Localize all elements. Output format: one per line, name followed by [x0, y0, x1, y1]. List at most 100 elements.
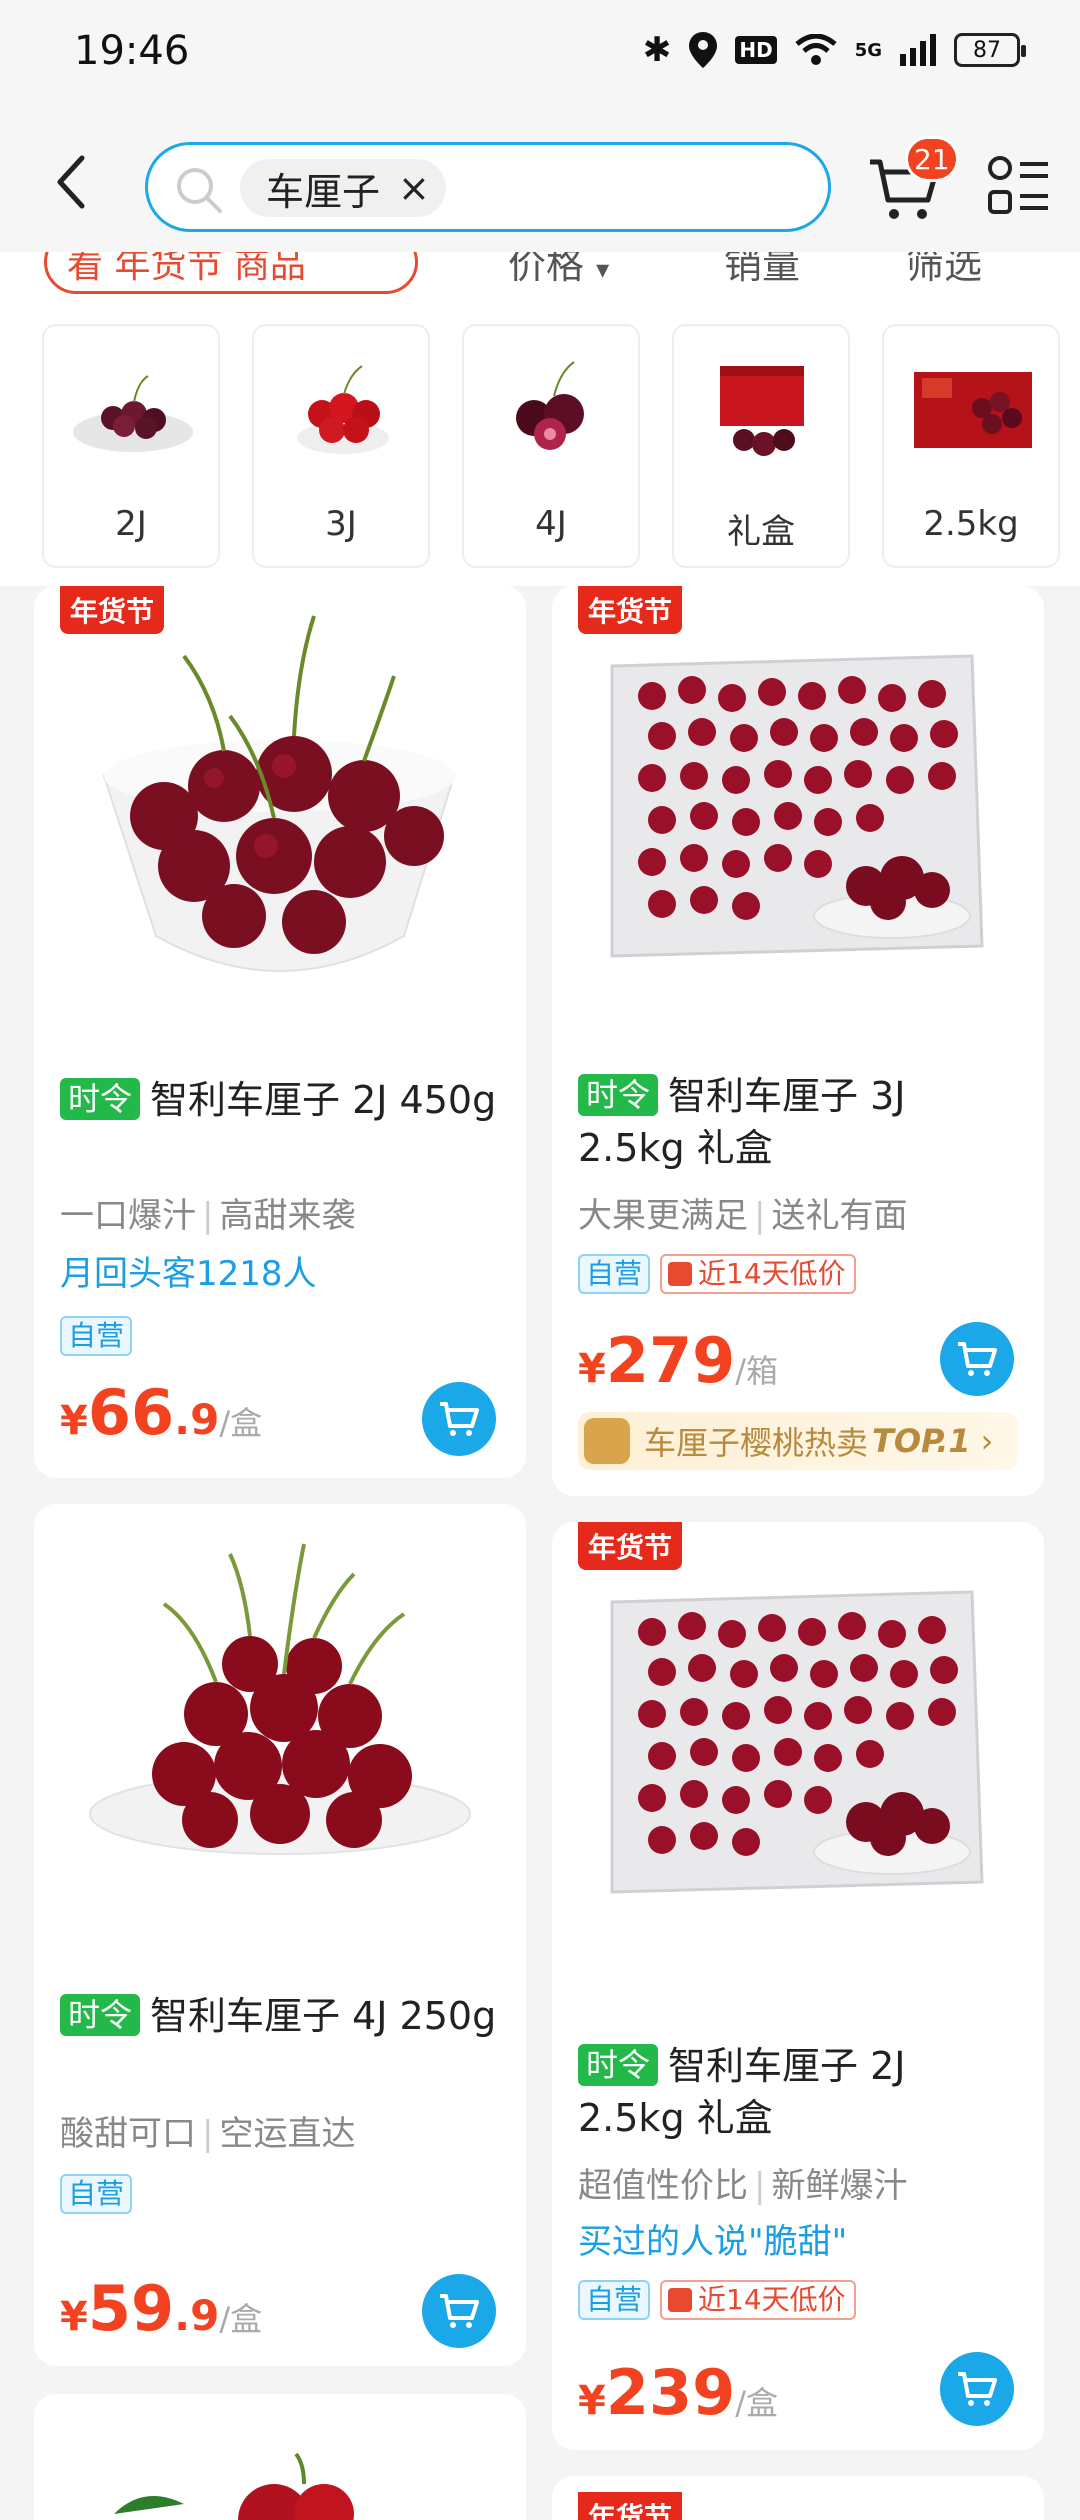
chevron-down-icon: ▾ — [596, 255, 610, 285]
trend-down-icon — [668, 1262, 693, 1286]
category-label: 2.5kg — [923, 504, 1019, 544]
cherry-image — [516, 361, 584, 450]
product-card[interactable]: 年货节 时令 智利车厘子 2J 2.5kg 礼盒 超值性价比 | 新鲜爆汁 买过的人说… — [552, 1522, 1044, 2450]
add-to-cart-button[interactable] — [422, 2274, 496, 2348]
price-decimal: .9 — [174, 2291, 220, 2340]
search-input[interactable]: 车厘子 × — [145, 142, 831, 232]
product-image-cherry-bowl — [34, 586, 526, 1056]
promo-tag: 年货节 — [578, 1522, 683, 1570]
product-title-text: 智利车厘子 4J 250g — [150, 1994, 497, 2038]
add-to-cart-button[interactable] — [940, 2352, 1014, 2426]
category-2-5kg[interactable]: 2.5kg — [882, 324, 1060, 568]
wifi-icon — [795, 34, 837, 65]
self-operated-tag: 自营 — [578, 1254, 651, 1294]
product-price: ¥239/盒 — [578, 2356, 778, 2429]
promo-tag: 年货节 — [60, 586, 165, 634]
category-label: 2J — [115, 504, 147, 544]
product-title: 时令 智利车厘子 2J 2.5kg 礼盒 — [578, 2040, 1018, 2144]
trophy-icon — [584, 1418, 630, 1464]
product-image-cherry-plate — [34, 1504, 526, 1974]
season-tag: 时令 — [60, 1078, 141, 1120]
category-label: 3J — [325, 504, 357, 544]
cart-icon — [958, 1342, 997, 1376]
hot-ranking-banner[interactable]: 车厘子樱桃热卖 TOP.1 › — [578, 1412, 1018, 1470]
product-image-cherry-box — [552, 586, 1044, 1056]
category-3j[interactable]: 3J — [252, 324, 430, 568]
product-card[interactable]: 年货节 — [552, 2476, 1044, 2520]
separator: | — [754, 1196, 766, 1236]
season-tag: 时令 — [578, 1074, 659, 1116]
product-image-cherry-box — [552, 1522, 1044, 1992]
low-price-tag: 近14天低价 — [660, 2280, 856, 2320]
product-tags: 自营 — [60, 2174, 133, 2214]
hot-ranking-rank: TOP.1 — [872, 1422, 971, 1460]
category-label: 礼盒 — [727, 512, 795, 552]
menu-icon[interactable] — [986, 154, 1050, 218]
product-tags: 自营 近14天低价 — [578, 2280, 856, 2320]
back-icon[interactable] — [48, 152, 98, 212]
promo-filter-label: 看 年货节 商品 — [67, 252, 306, 286]
cart-icon — [440, 2294, 479, 2328]
battery-level: 87 — [973, 37, 1001, 63]
add-to-cart-button[interactable] — [940, 1322, 1014, 1396]
product-title: 时令 智利车厘子 3J 2.5kg 礼盒 — [578, 1070, 1018, 1174]
self-operated-tag: 自营 — [578, 2280, 651, 2320]
search-query-text: 车厘子 — [266, 169, 381, 214]
gift-box-image — [720, 366, 804, 456]
cherry-bowl-image — [73, 375, 193, 452]
signal-icon — [900, 34, 936, 66]
price-unit: /盒 — [735, 2384, 779, 2422]
promo-filter-button[interactable]: 看 年货节 商品 — [44, 252, 418, 294]
product-title: 时令 智利车厘子 4J 250g — [60, 1990, 500, 2042]
separator: | — [202, 1196, 214, 1236]
search-query-chip[interactable]: 车厘子 × — [240, 159, 446, 217]
status-time: 19:46 — [74, 28, 190, 74]
price-decimal: .9 — [174, 1395, 220, 1444]
cherry-box-image — [914, 372, 1032, 448]
category-label: 4J — [535, 504, 567, 544]
price-sort-button[interactable]: 价格 ▾ — [508, 252, 609, 289]
trend-down-icon — [668, 2288, 693, 2312]
price-unit: /箱 — [735, 1352, 779, 1390]
close-icon[interactable]: × — [398, 166, 430, 210]
product-card[interactable]: 年货节 时令 智利车厘子 2J 450g 一口爆汁 | 高甜来袭 月回头客1218人 … — [34, 586, 526, 1478]
filter-button[interactable]: 筛选 — [906, 252, 982, 289]
product-tags: 自营 — [60, 1316, 133, 1356]
cart-icon — [440, 1402, 479, 1436]
product-price: ¥59.9/盒 — [60, 2272, 262, 2345]
currency: ¥ — [60, 2294, 88, 2340]
add-to-cart-button[interactable] — [422, 1382, 496, 1456]
price-unit: /盒 — [219, 1404, 263, 1442]
currency: ¥ — [578, 2378, 606, 2424]
product-card[interactable]: 年货节 时令 智利车厘子 3J 2.5kg 礼盒 大果更满足 | 送礼有面 自营 近1… — [552, 586, 1044, 1496]
location-icon — [689, 32, 718, 68]
sales-sort-button[interactable]: 销量 — [724, 252, 800, 289]
product-card[interactable] — [34, 2394, 526, 2520]
currency: ¥ — [60, 1398, 88, 1444]
category-4j[interactable]: 4J — [462, 324, 640, 568]
filter-bar: 看 年货节 商品 价格 ▾ 销量 筛选 — [0, 252, 1080, 296]
low-price-text: 近14天低价 — [698, 2283, 846, 2316]
promo-tag: 年货节 — [578, 586, 683, 634]
separator: | — [754, 2166, 766, 2206]
battery-icon: 87 — [954, 33, 1026, 67]
separator: | — [202, 2114, 214, 2154]
hot-ranking-text: 车厘子樱桃热卖 — [644, 1424, 869, 1462]
product-tags: 自营 近14天低价 — [578, 1254, 856, 1294]
selling-point: 一口爆汁 — [60, 1196, 196, 1236]
selling-point: 新鲜爆汁 — [771, 2166, 908, 2206]
price-integer: 239 — [605, 2356, 736, 2429]
search-header: 车厘子 × 21 — [0, 110, 1080, 252]
currency: ¥ — [578, 1346, 606, 1392]
promo-tag: 年货节 — [578, 2492, 683, 2520]
product-price: ¥279/箱 — [578, 1324, 778, 1397]
product-card[interactable]: 时令 智利车厘子 4J 250g 酸甜可口 | 空运直达 自营 ¥59.9/盒 — [34, 1504, 526, 2366]
chevron-right-icon: › — [980, 1422, 994, 1460]
category-2j[interactable]: 2J — [42, 324, 220, 568]
cart-count-badge: 21 — [905, 136, 959, 182]
selling-point: 超值性价比 — [578, 2166, 748, 2206]
product-selling-points: 大果更满足 | 送礼有面 — [578, 1188, 907, 1237]
product-title: 时令 智利车厘子 2J 450g — [60, 1074, 500, 1126]
selling-point: 酸甜可口 — [60, 2114, 196, 2154]
category-gift-box[interactable]: 礼盒 — [672, 324, 850, 568]
